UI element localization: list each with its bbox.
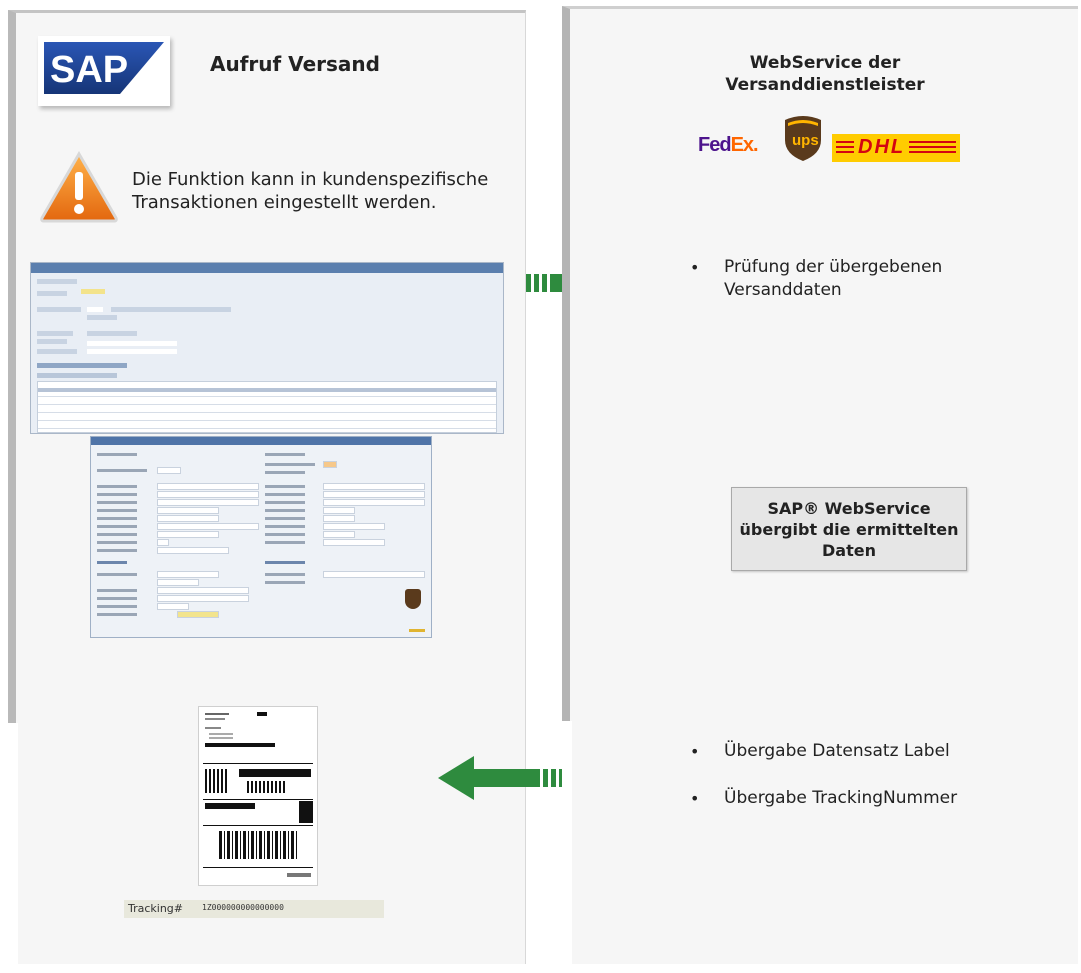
sap-logo: SAP — [38, 36, 170, 106]
shipping-label-image — [198, 706, 318, 886]
bullet-check-data: Prüfung der übergebenen Versanddaten — [690, 256, 984, 302]
tracking-value: 1Z000000000000000 — [202, 903, 284, 912]
arrow-left-icon — [438, 756, 564, 800]
webservice-box: SAP® WebService übergibt die ermittelten… — [731, 487, 967, 571]
bullet-label-data: Übergabe Datensatz Label — [690, 740, 950, 763]
carrier-logos: FedEx. ups DHL — [698, 114, 960, 164]
svg-text:SAP: SAP — [50, 49, 128, 91]
bullet-tracking-number: Übergabe TrackingNummer — [690, 787, 957, 810]
warning-triangle-icon — [38, 150, 120, 228]
dhl-logo: DHL — [832, 134, 960, 162]
warning-text: Die Funktion kann in kundenspezifische T… — [132, 169, 489, 213]
sap-shipping-dialog-screenshot — [90, 436, 432, 638]
left-title: Aufruf Versand — [210, 52, 380, 76]
right-title: WebService der Versanddienstleister — [725, 53, 925, 95]
ups-logo: ups — [782, 114, 824, 166]
sap-transaction-screenshot — [30, 262, 504, 434]
ups-mini-icon — [405, 589, 421, 609]
tracking-number-field: Tracking# 1Z000000000000000 — [124, 900, 384, 918]
fedex-logo: FedEx. — [698, 134, 759, 156]
svg-text:ups: ups — [792, 132, 819, 149]
tracking-label: Tracking# — [128, 902, 184, 915]
